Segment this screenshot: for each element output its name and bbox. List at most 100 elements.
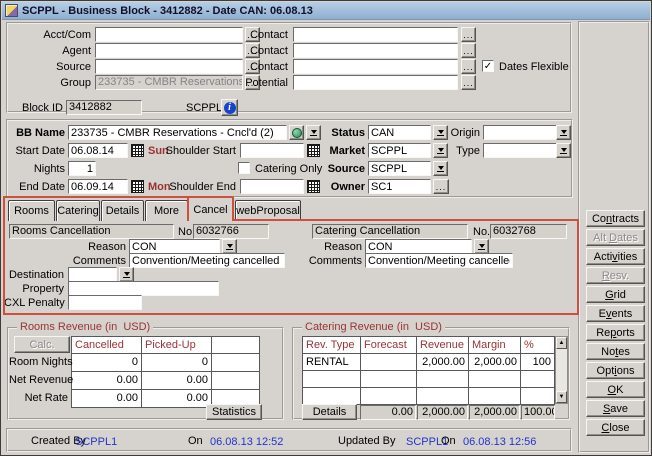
shoulder-start-label: Shoulder Start [136,145,236,158]
info-icon: i [224,102,236,114]
net-revenue-cancelled[interactable]: 0.00 [72,372,141,389]
catering-row-forecast[interactable] [361,354,416,370]
net-rate-cancelled[interactable]: 0.00 [72,390,141,407]
statistics-button[interactable]: Statistics [206,404,262,420]
contact3-field[interactable] [293,59,458,74]
catering-revenue-table: Rev. Type Forecast Revenue Margin % RENT… [302,336,555,405]
destination-field[interactable] [68,267,117,282]
owner-ellipsis-button[interactable]: ... [433,179,449,194]
agent-field[interactable] [95,43,243,58]
catering-total-margin: 2,000.00 [469,405,520,420]
shoulder-start-field[interactable] [240,143,304,158]
contracts-button[interactable]: Contracts [586,210,645,227]
destination-dropdown-button[interactable] [119,267,134,282]
catering-total-pct: 100.00 [521,405,555,420]
rooms-cancellation-title: Rooms Cancellation [9,224,174,239]
bb-source-dropdown-button[interactable] [433,161,448,176]
tab-rooms[interactable]: Rooms [8,200,55,221]
net-rate-label: Net Rate [9,392,68,405]
source-field[interactable] [95,59,243,74]
potential-ellipsis-button[interactable]: ... [461,75,476,90]
rooms-reason-dropdown-button[interactable] [222,239,237,254]
bb-name-field[interactable] [68,125,287,140]
catering-row-margin[interactable]: 2,000.00 [469,354,520,370]
tab-more[interactable]: More [145,200,188,221]
rooms-col-cancelled: Cancelled [72,337,141,353]
catering-total-revenue: 2,000.00 [417,405,468,420]
globe-icon [292,128,302,138]
origin-field[interactable] [483,125,557,140]
annotation-line-left [3,196,5,315]
nights-field[interactable] [68,161,96,176]
room-nights-picked[interactable]: 0 [142,354,211,371]
account-panel: Acct/Com ... Contact ... Agent ... Conta… [6,22,572,113]
catering-col-margin: Margin [469,337,520,353]
dropdown-arrow-icon [561,130,567,134]
catering-row-rev-type[interactable]: RENTAL [303,354,360,370]
save-button[interactable]: Save [586,400,645,417]
dates-flexible-checkbox[interactable]: ✓ [482,60,494,72]
scroll-up-icon[interactable]: ▲ [556,337,567,349]
bb-name-globe-button[interactable] [289,125,304,140]
contact1-field[interactable] [293,27,458,42]
alt-dates-button[interactable]: Alt Dates [586,229,645,246]
catering-cancellation-number: 6032768 [490,224,567,239]
options-button[interactable]: Options [586,362,645,379]
catering-only-checkbox[interactable] [238,162,250,174]
room-nights-cancelled[interactable]: 0 [72,354,141,371]
catering-reason-field[interactable] [365,239,472,254]
details-button[interactable]: Details [302,404,357,420]
contact3-ellipsis-button[interactable]: ... [461,59,476,74]
catering-col-rev-type: Rev. Type [303,337,360,353]
annotation-line-top-right [232,219,579,221]
type-dropdown-button[interactable] [556,143,571,158]
contact2-field[interactable] [293,43,458,58]
cxl-penalty-field[interactable] [68,295,142,310]
reports-button[interactable]: Reports [586,324,645,341]
tab-webproposal[interactable]: webProposal [235,200,301,221]
catering-table-scrollbar[interactable]: ▲ ▼ [555,336,568,404]
contact1-ellipsis-button[interactable]: ... [461,27,476,42]
net-rate-picked[interactable]: 0.00 [142,390,211,407]
catering-row-pct[interactable]: 100 [521,354,554,370]
notes-button[interactable]: Notes [586,343,645,360]
acct-com-field[interactable] [95,27,243,42]
catering-reason-dropdown-button[interactable] [474,239,489,254]
resv-button[interactable]: Resv. [586,267,645,284]
rooms-reason-field[interactable] [129,239,220,254]
origin-dropdown-button[interactable] [556,125,571,140]
property-field[interactable] [68,281,219,296]
events-button[interactable]: Events [586,305,645,322]
group-field[interactable]: 233735 - CMBR Reservations - Cncl'd [95,75,243,90]
start-date-field[interactable] [68,143,128,158]
catering-row-revenue[interactable]: 2,000.00 [417,354,468,370]
calc-button[interactable]: Calc. [14,336,70,353]
type-field[interactable] [483,143,557,158]
end-date-field[interactable] [68,179,128,194]
scroll-down-icon[interactable]: ▼ [556,391,567,403]
end-date-label: End Date [8,181,65,194]
ok-button[interactable]: OK [586,381,645,398]
tab-cancel[interactable]: Cancel [187,196,234,221]
potential-field[interactable] [293,75,458,90]
rooms-comments-field[interactable] [129,253,285,268]
catering-comments-field[interactable] [365,253,513,268]
contact2-ellipsis-button[interactable]: ... [461,43,476,58]
close-button[interactable]: Close [586,419,645,436]
tab-catering[interactable]: Catering [56,200,100,221]
tab-details[interactable]: Details [101,200,144,221]
catering-cancellation-title: Catering Cancellation [312,224,468,239]
owner-field[interactable] [368,179,431,194]
created-on-value: 06.08.13 12:52 [210,436,300,449]
bb-source-field[interactable] [368,161,431,176]
rooms-revenue-table: Cancelled Picked-Up 0 0 0.00 0.00 0.00 0… [71,336,260,408]
grid-button[interactable]: Grid [586,286,645,303]
activities-button[interactable]: Activities [586,248,645,265]
net-revenue-picked[interactable]: 0.00 [142,372,211,389]
window-title: SCPPL - Business Block - 3412882 - Date … [22,5,313,17]
net-revenue-label: Net Revenue [9,374,68,387]
block-id-label: Block ID [13,102,63,115]
shoulder-end-field[interactable] [240,179,304,194]
acct-com-label: Acct/Com [11,29,91,42]
property-info-button[interactable]: i [221,99,238,116]
